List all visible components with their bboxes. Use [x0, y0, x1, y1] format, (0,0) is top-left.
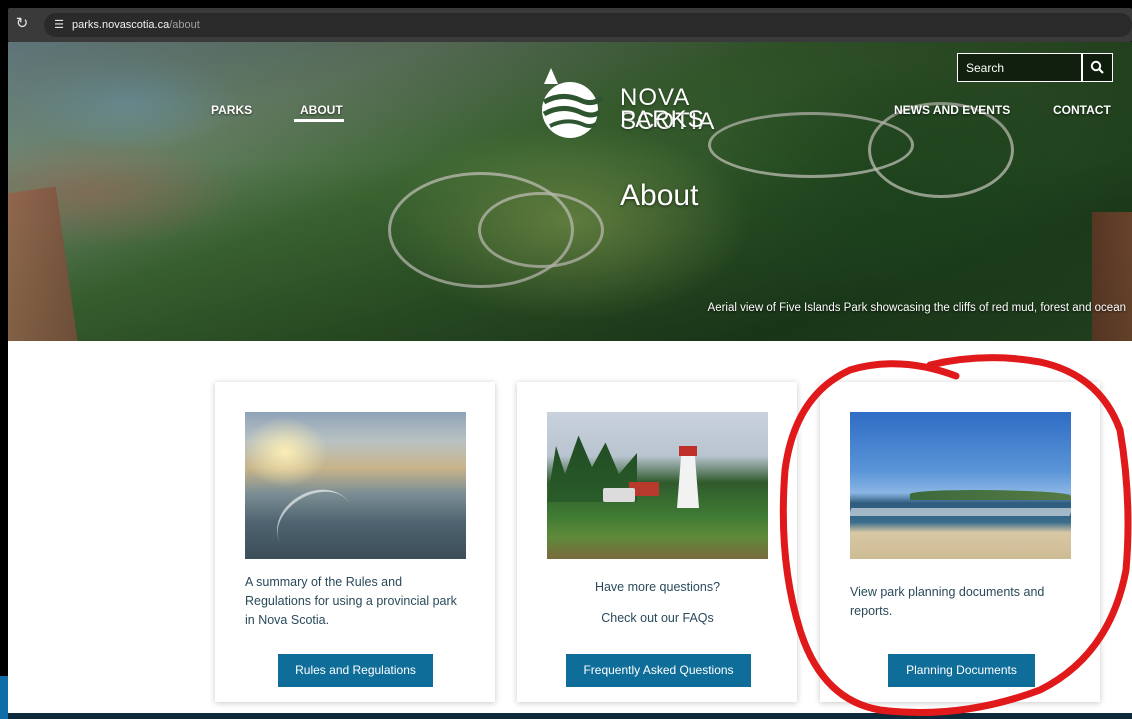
- address-bar[interactable]: ☰ parks.novascotia.ca/about: [44, 13, 1132, 37]
- card-paragraph: View park planning documents and reports…: [850, 585, 1045, 618]
- url-host: parks.novascotia.ca: [72, 19, 170, 31]
- card-image-beach-sunset: [245, 412, 466, 559]
- nav-parks[interactable]: PARKS: [211, 103, 252, 117]
- search-input[interactable]: [958, 54, 1081, 81]
- address-bar-row: ↻ ☰ parks.novascotia.ca/about: [8, 8, 1132, 42]
- card-paragraph: Check out our FAQs: [601, 611, 714, 625]
- card-description: A summary of the Rules and Regulations f…: [245, 573, 466, 630]
- nav-about[interactable]: ABOUT: [300, 103, 343, 117]
- card-rules: A summary of the Rules and Regulations f…: [215, 382, 495, 702]
- card-description: Have more questions? Check out our FAQs: [547, 578, 768, 628]
- site-info-icon[interactable]: ☰: [52, 18, 66, 32]
- card-description: View park planning documents and reports…: [850, 583, 1071, 621]
- card-faq: Have more questions? Check out our FAQs …: [517, 382, 797, 702]
- url-text[interactable]: parks.novascotia.ca/about: [72, 17, 200, 33]
- nav-active-underline: [294, 119, 344, 122]
- url-path: /about: [169, 19, 200, 31]
- card-image-lighthouse: [547, 412, 768, 559]
- card-planning: View park planning documents and reports…: [820, 382, 1100, 702]
- page-title: About: [620, 179, 699, 212]
- card-paragraph: A summary of the Rules and Regulations f…: [245, 575, 457, 627]
- frequently-asked-questions-button[interactable]: Frequently Asked Questions: [566, 654, 751, 687]
- search-icon: [1090, 60, 1104, 74]
- browser-toolbar: ↻ ☰ parks.novascotia.ca/about: [0, 0, 1132, 42]
- card-image-beach-day: [850, 412, 1071, 559]
- web-page: PARKS ABOUT NOVA SCOTIA PARKS NEWS AND E…: [8, 42, 1132, 719]
- nav-contact[interactable]: CONTACT: [1053, 103, 1111, 117]
- site-logo[interactable]: NOVA SCOTIA PARKS: [534, 68, 784, 138]
- rules-and-regulations-button[interactable]: Rules and Regulations: [278, 654, 433, 687]
- taskbar-edge: [0, 676, 8, 719]
- logo-line-2: PARKS: [620, 106, 705, 133]
- hero-caption: Aerial view of Five Islands Park showcas…: [707, 302, 1126, 314]
- reload-icon[interactable]: ↻: [12, 14, 32, 34]
- page-bottom-bar: [8, 713, 1132, 719]
- window-left-edge: [0, 42, 8, 719]
- search-button[interactable]: [1082, 53, 1113, 82]
- search-box: [957, 53, 1082, 82]
- card-paragraph: Have more questions?: [594, 580, 721, 594]
- planning-documents-button[interactable]: Planning Documents: [888, 654, 1035, 687]
- nav-news-and-events[interactable]: NEWS AND EVENTS: [894, 103, 1010, 117]
- hero-banner: PARKS ABOUT NOVA SCOTIA PARKS NEWS AND E…: [8, 42, 1132, 341]
- logo-mark-icon: [542, 68, 604, 138]
